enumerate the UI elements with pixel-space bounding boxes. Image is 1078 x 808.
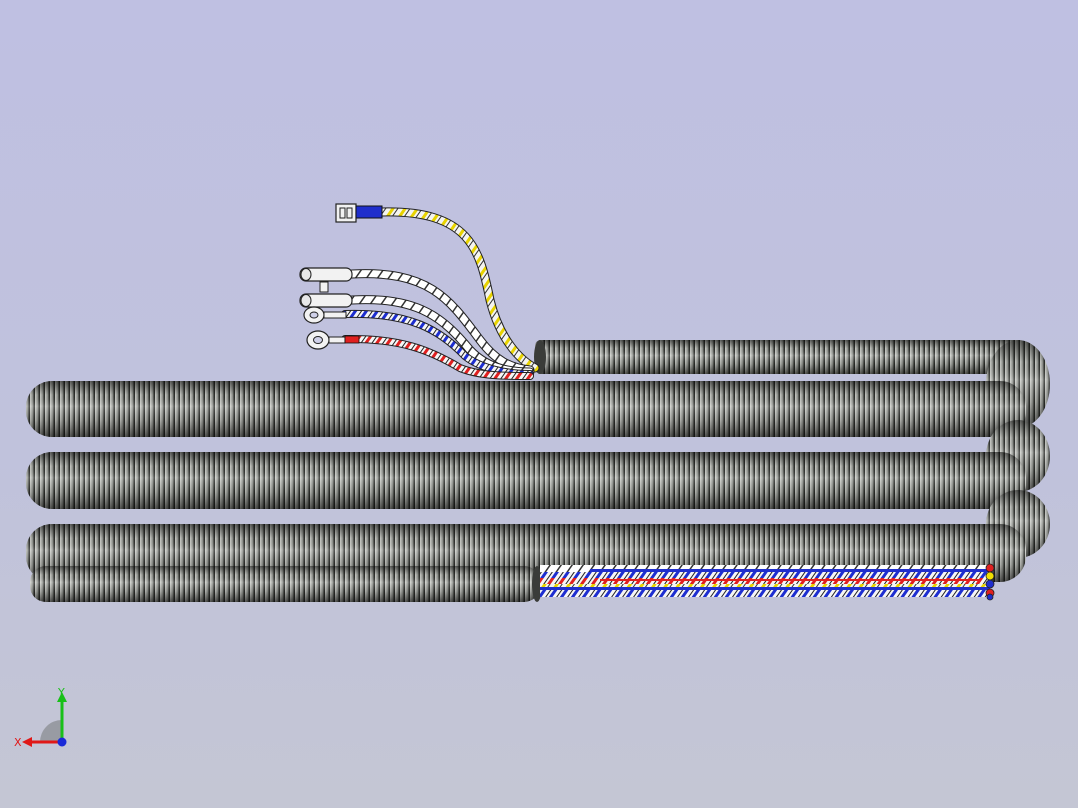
wire-bundle-end[interactable] — [540, 563, 995, 601]
connector-housing[interactable] — [335, 203, 383, 223]
conduit-loop-top[interactable] — [26, 340, 1050, 437]
harness-model[interactable] — [0, 0, 1078, 808]
tube-terminal-2[interactable] — [299, 293, 353, 308]
ring-terminal-red[interactable] — [306, 330, 360, 350]
3d-viewport[interactable]: Y X — [0, 0, 1078, 808]
x-axis-label: X — [14, 736, 22, 749]
breakout-wires[interactable] — [341, 207, 540, 380]
ring-terminal-blue[interactable] — [303, 306, 347, 324]
axis-triad[interactable]: Y X — [10, 684, 80, 754]
x-axis-arrowhead — [22, 737, 32, 747]
z-axis-dot — [57, 737, 67, 747]
tube-terminal-1[interactable] — [299, 267, 353, 293]
y-axis-label: Y — [57, 686, 65, 699]
triad-quadrant — [40, 720, 62, 742]
